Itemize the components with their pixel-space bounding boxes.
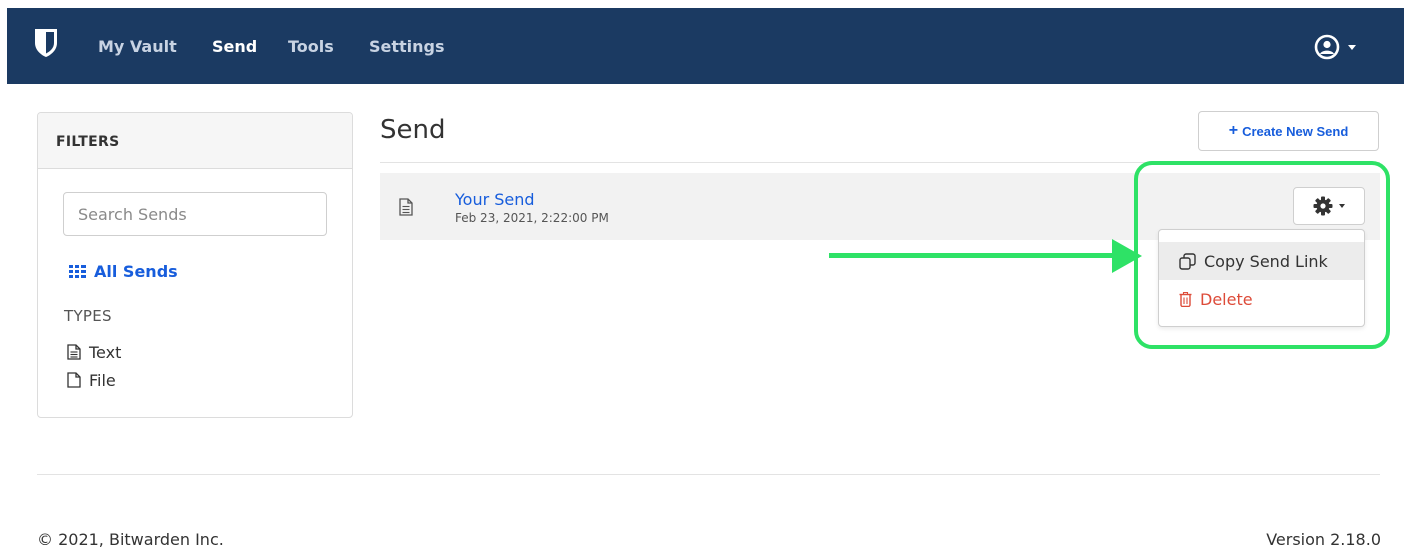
- filters-title: FILTERS: [56, 134, 120, 150]
- types-heading: TYPES: [64, 307, 112, 325]
- chevron-down-icon: [1348, 45, 1356, 50]
- nav-tools[interactable]: Tools: [288, 37, 334, 57]
- nav-send[interactable]: Send: [212, 37, 257, 57]
- top-navbar: My Vault Send Tools Settings: [7, 8, 1404, 84]
- user-menu-button[interactable]: [1314, 32, 1364, 62]
- send-name-link[interactable]: Your Send: [455, 190, 535, 210]
- filters-panel: FILTERS All Sends TYPES Text File: [37, 112, 353, 418]
- filter-all-sends[interactable]: All Sends: [69, 261, 178, 281]
- grid-icon: [69, 264, 86, 278]
- search-sends-input[interactable]: [63, 192, 327, 236]
- highlight-box-annotation: [1134, 161, 1390, 349]
- file-icon: [67, 372, 81, 388]
- create-new-send-label: Create New Send: [1242, 123, 1349, 139]
- bitwarden-shield-icon[interactable]: [33, 28, 59, 58]
- filter-type-file[interactable]: File: [67, 370, 116, 390]
- arrow-annotation-line: [829, 253, 1119, 258]
- filter-type-text[interactable]: Text: [67, 342, 121, 362]
- nav-my-vault[interactable]: My Vault: [98, 37, 177, 57]
- footer-copyright: © 2021, Bitwarden Inc.: [37, 530, 224, 549]
- all-sends-label: All Sends: [94, 261, 178, 281]
- file-text-icon: [67, 344, 81, 360]
- plus-icon: +: [1228, 122, 1239, 139]
- page-title: Send: [380, 115, 446, 145]
- send-date: Feb 23, 2021, 2:22:00 PM: [455, 211, 609, 225]
- file-text-icon: [399, 198, 413, 216]
- user-circle-icon: [1314, 34, 1340, 60]
- footer-version: Version 2.18.0: [1266, 530, 1381, 549]
- type-text-label: Text: [89, 342, 122, 362]
- nav-settings[interactable]: Settings: [369, 37, 445, 57]
- create-new-send-button[interactable]: + Create New Send: [1198, 111, 1379, 151]
- type-file-label: File: [89, 370, 116, 390]
- footer-divider: [37, 474, 1380, 475]
- arrow-annotation-head: [1112, 239, 1142, 273]
